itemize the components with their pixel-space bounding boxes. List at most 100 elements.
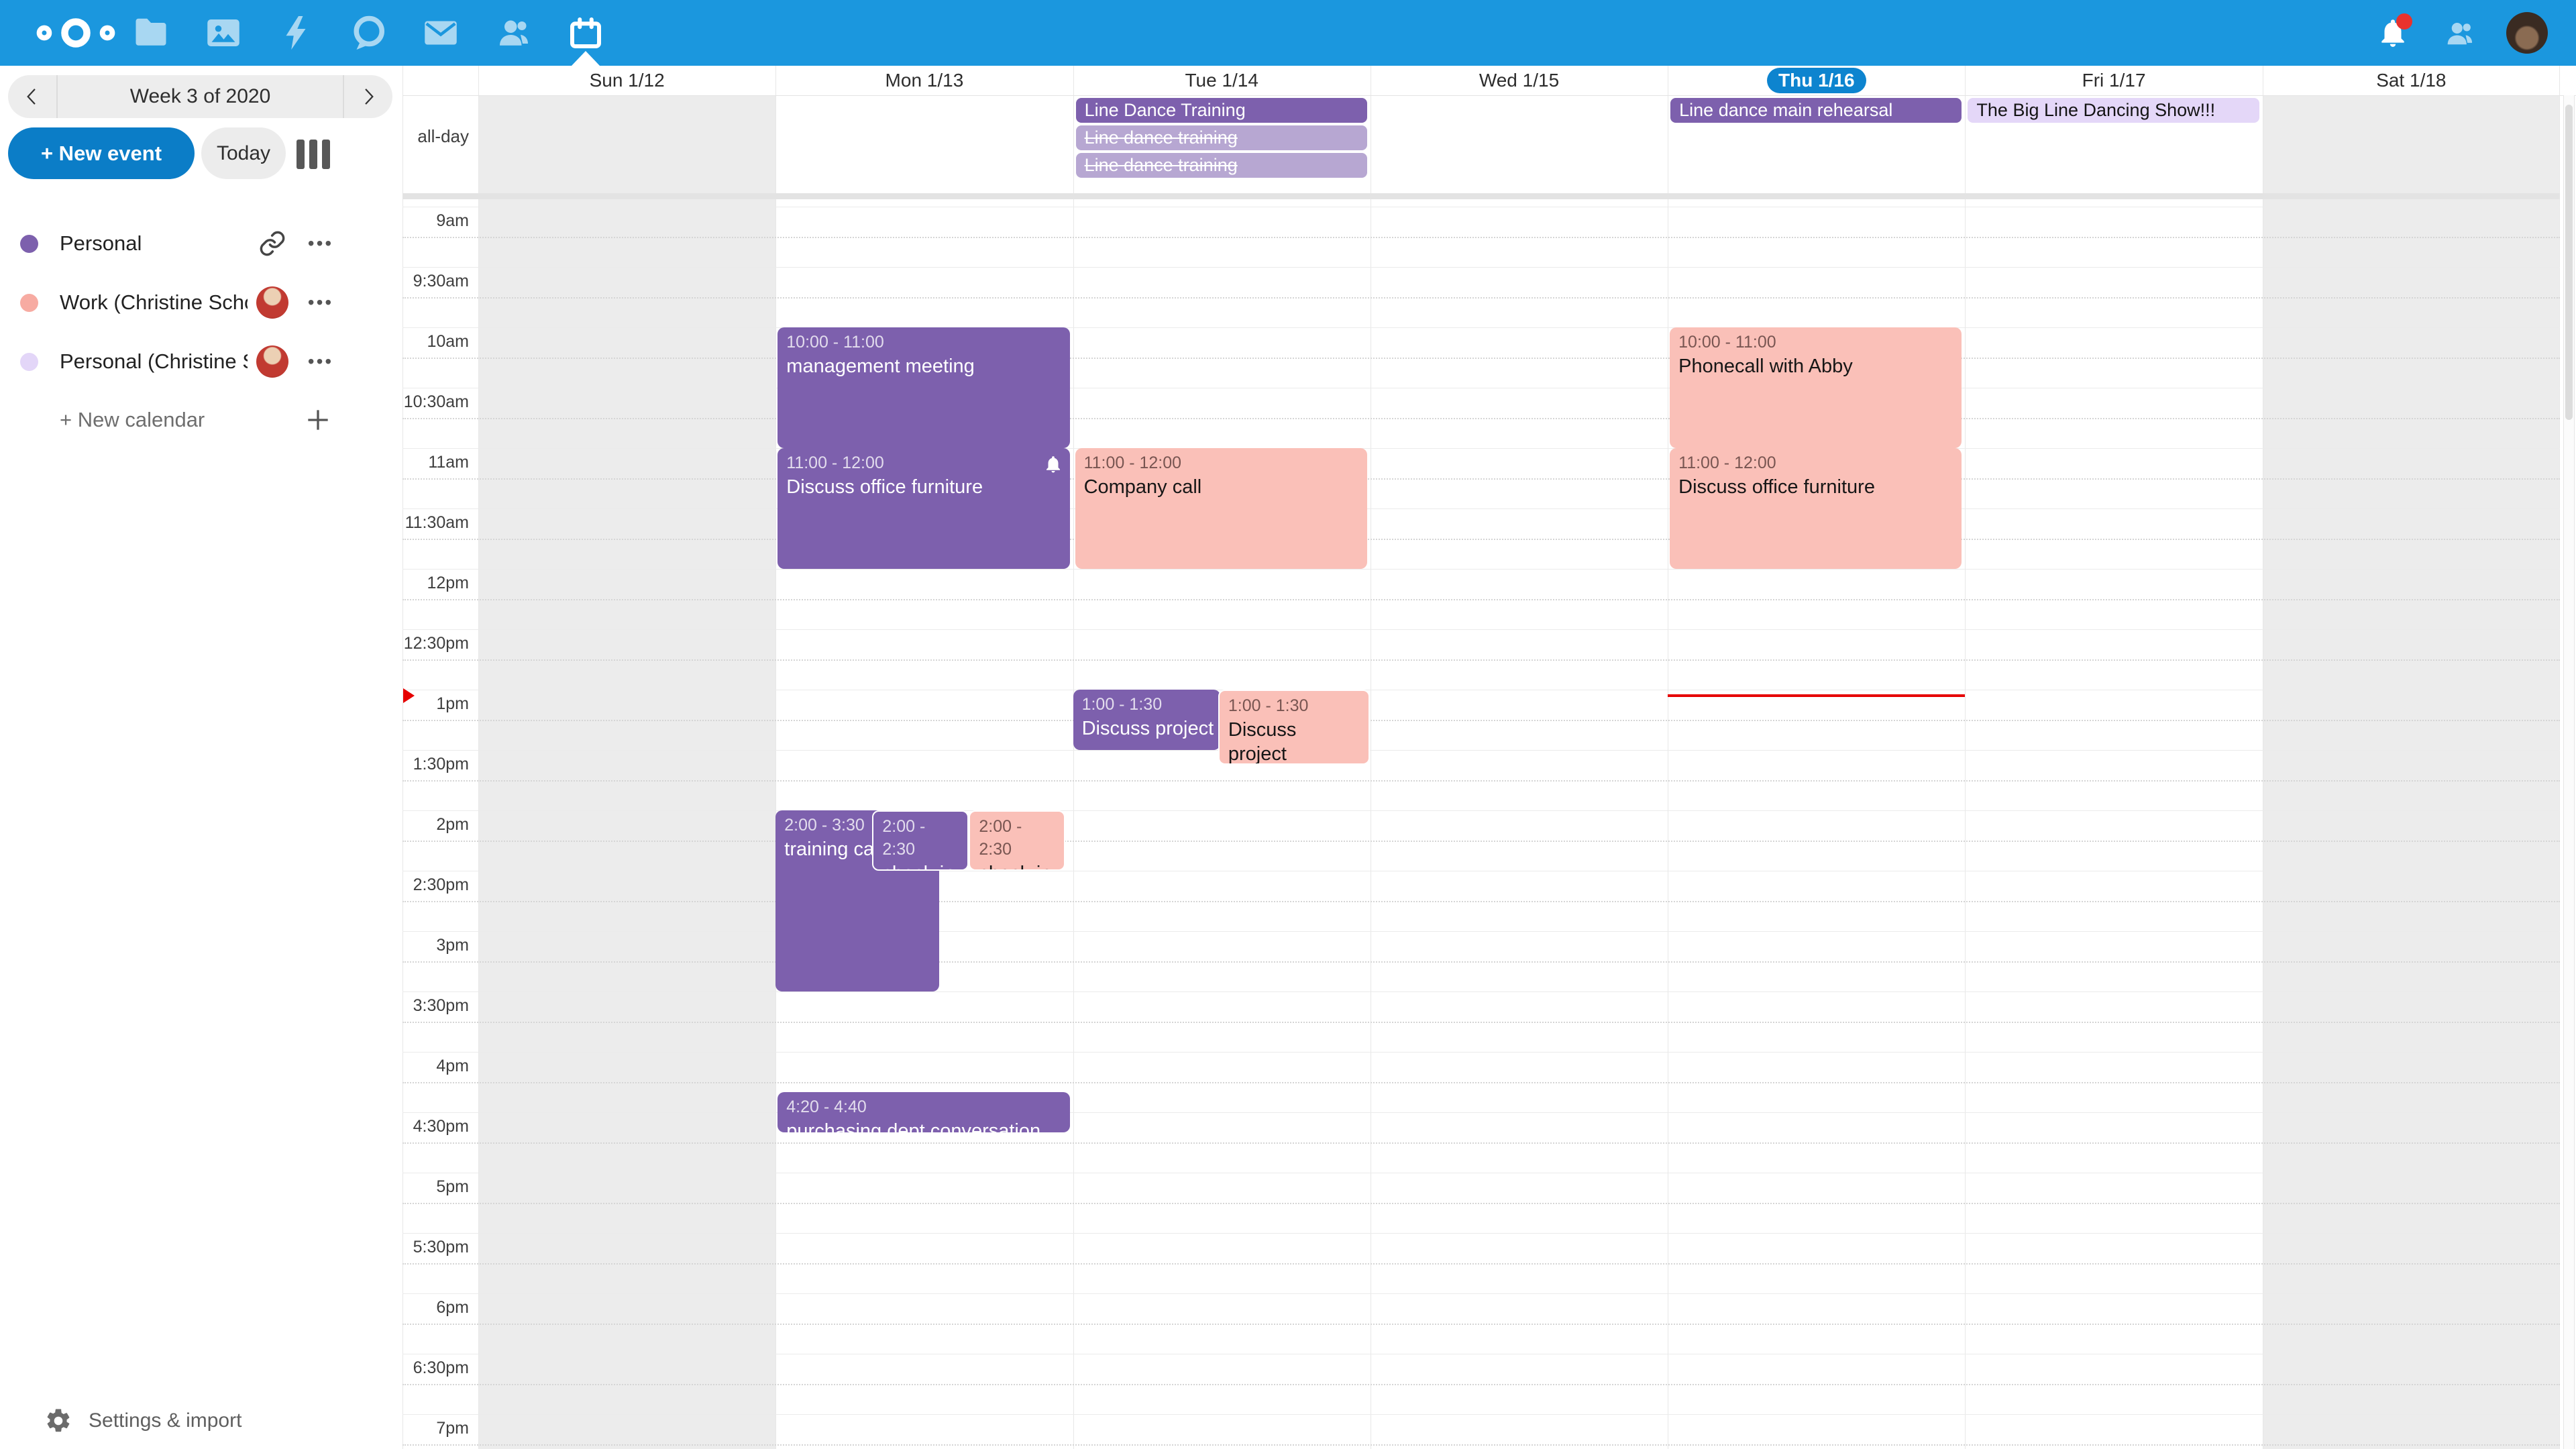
column-border: [775, 66, 776, 1449]
event-title: Discuss office furniture: [786, 475, 1061, 499]
header-divider: [402, 95, 2576, 96]
calendar-event[interactable]: 2:00 - 2:30check-in: [872, 810, 969, 871]
gear-icon: [44, 1407, 72, 1435]
time-label: 4:30pm: [402, 1117, 469, 1136]
calendar-actions-menu-icon[interactable]: •••: [301, 351, 341, 372]
quarter-slot-line: [402, 1203, 2560, 1204]
column-border: [1073, 66, 1074, 1449]
time-label: 10am: [402, 332, 469, 352]
calendar-icon[interactable]: [566, 13, 606, 53]
all-day-label: all-day: [402, 126, 469, 147]
day-header[interactable]: Mon 1/13: [775, 66, 1073, 95]
quarter-slot-line: [402, 1263, 2560, 1265]
slot-line: [402, 1414, 2560, 1415]
day-header[interactable]: Thu 1/16: [1668, 66, 1965, 95]
all-day-event[interactable]: The Big Line Dancing Show!!!: [1968, 98, 2259, 123]
time-label: 9:30am: [402, 272, 469, 291]
calendar-event[interactable]: 11:00 - 12:00Company call: [1075, 448, 1367, 569]
week-label[interactable]: Week 3 of 2020: [56, 75, 344, 118]
calendar-event[interactable]: 11:00 - 12:00Discuss office furniture: [1670, 448, 1962, 569]
contacts-menu-icon[interactable]: [2442, 16, 2477, 51]
calendar-list-item[interactable]: Work (Christine Schott) •••: [0, 278, 402, 327]
share-link-icon[interactable]: [256, 227, 288, 260]
all-day-event[interactable]: Line dance training: [1076, 153, 1367, 178]
shared-by-avatar: [256, 286, 288, 319]
event-time: 4:20 - 4:40: [786, 1096, 1061, 1119]
slot-line: [402, 750, 2560, 751]
scrollbar-thumb[interactable]: [2565, 105, 2573, 420]
day-header[interactable]: Fri 1/17: [1965, 66, 2262, 95]
new-event-button[interactable]: + New event: [8, 127, 195, 179]
calendar-event[interactable]: 1:00 - 1:30Discuss project announcement: [1218, 690, 1370, 765]
today-button[interactable]: Today: [201, 127, 286, 179]
new-calendar-item[interactable]: + New calendar: [0, 395, 402, 445]
time-label: 9am: [402, 211, 469, 231]
day-header[interactable]: Wed 1/15: [1371, 66, 1668, 95]
quarter-slot-line: [402, 659, 2560, 661]
event-time: 10:00 - 11:00: [786, 331, 1061, 354]
quarter-slot-line: [402, 841, 2560, 842]
photos-icon[interactable]: [203, 13, 244, 53]
day-header[interactable]: Tue 1/14: [1073, 66, 1371, 95]
calendar-event[interactable]: 4:20 - 4:40purchasing dept conversation: [777, 1092, 1069, 1132]
calendar-actions-menu-icon[interactable]: •••: [301, 292, 341, 313]
event-title: check-in: [882, 861, 959, 871]
time-label: 4pm: [402, 1057, 469, 1076]
calendar-event[interactable]: 10:00 - 11:00Phonecall with Abby: [1670, 327, 1962, 448]
slot-line: [402, 508, 2560, 509]
day-header[interactable]: Sun 1/12: [478, 66, 775, 95]
mail-icon[interactable]: [421, 13, 461, 53]
time-label: 2pm: [402, 815, 469, 835]
calendar-name: Personal: [60, 231, 142, 256]
quarter-slot-line: [402, 1022, 2560, 1023]
all-day-event[interactable]: Line Dance Training: [1076, 98, 1367, 123]
quarter-slot-line: [402, 297, 2560, 299]
event-time: 2:00 - 2:30: [882, 816, 959, 861]
calendar-list-item[interactable]: Personal •••: [0, 219, 402, 268]
calendar-event[interactable]: 2:00 - 2:30check-in: [969, 810, 1065, 871]
current-time-line: [1668, 694, 1965, 697]
all-day-event[interactable]: Line dance main rehearsal: [1670, 98, 1962, 123]
quarter-slot-line: [402, 478, 2560, 480]
view-mode-toggle-icon[interactable]: [297, 140, 330, 169]
time-label: 10:30am: [402, 392, 469, 412]
event-time: 11:00 - 12:00: [1084, 452, 1358, 475]
event-title: check-in: [979, 861, 1055, 871]
event-title: management meeting: [786, 354, 1061, 378]
calendar-event[interactable]: 11:00 - 12:00Discuss office furniture: [777, 448, 1069, 569]
quarter-slot-line: [402, 1324, 2560, 1325]
files-icon[interactable]: [131, 13, 171, 53]
notifications-bell-icon[interactable]: [2376, 16, 2410, 50]
activity-icon[interactable]: [276, 13, 316, 53]
next-week-button[interactable]: [344, 75, 392, 118]
plus-icon[interactable]: [303, 405, 333, 435]
slot-line: [402, 991, 2560, 992]
previous-week-button[interactable]: [8, 75, 56, 118]
all-day-event[interactable]: Line dance training: [1076, 125, 1367, 150]
nextcloud-logo[interactable]: [35, 15, 117, 51]
talk-icon[interactable]: [348, 13, 388, 53]
quarter-slot-line: [402, 901, 2560, 902]
calendar-event[interactable]: 10:00 - 11:00management meeting: [777, 327, 1069, 448]
calendar-actions-menu-icon[interactable]: •••: [301, 233, 341, 254]
calendar-list-item[interactable]: Personal (Christine Scho…)•••: [0, 337, 402, 386]
time-label: 6:30pm: [402, 1358, 469, 1378]
calendar-name: Work (Christine Schott): [60, 290, 248, 315]
event-time: 10:00 - 11:00: [1678, 331, 1953, 354]
calendar-color-dot: [20, 294, 38, 312]
time-label: 5:30pm: [402, 1238, 469, 1257]
event-time: 11:00 - 12:00: [786, 452, 1061, 475]
time-label: 3pm: [402, 936, 469, 955]
slot-line: [402, 1293, 2560, 1294]
settings-import[interactable]: Settings & import: [0, 1402, 402, 1440]
user-avatar[interactable]: [2506, 12, 2548, 54]
top-navigation-bar: [0, 0, 2576, 66]
vertical-scrollbar[interactable]: [2563, 95, 2575, 1449]
quarter-slot-line: [402, 1444, 2560, 1446]
calendar-event[interactable]: 1:00 - 1:30Discuss project announcement: [1073, 690, 1220, 750]
day-header[interactable]: Sat 1/18: [2263, 66, 2560, 95]
quarter-slot-line: [402, 1142, 2560, 1144]
slot-line: [402, 448, 2560, 449]
contacts-icon[interactable]: [493, 13, 533, 53]
time-label: 2:30pm: [402, 875, 469, 895]
